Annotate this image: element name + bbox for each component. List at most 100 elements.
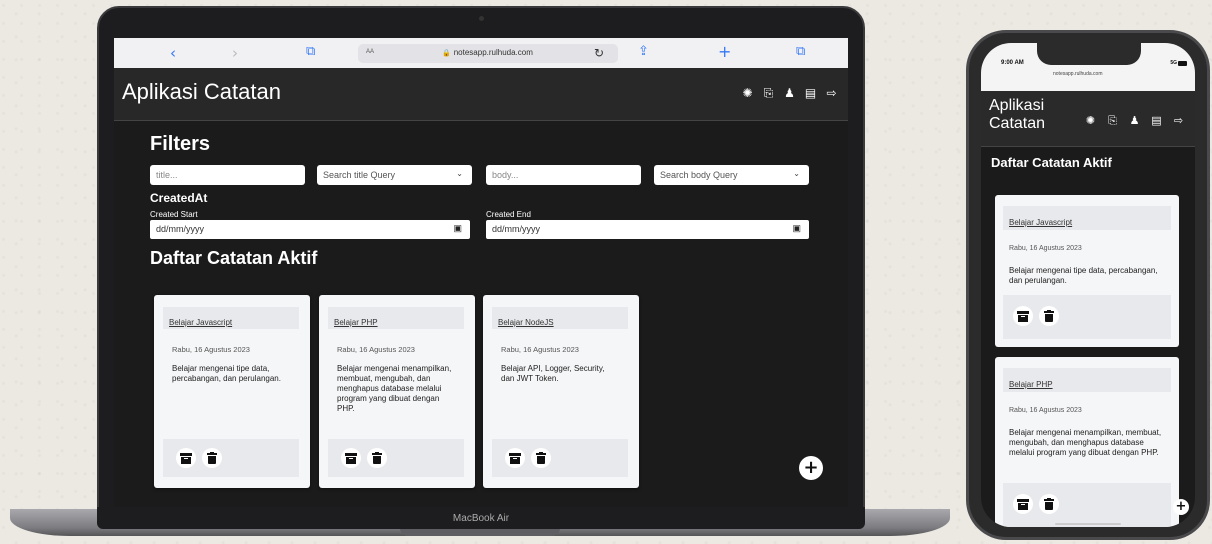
note-body: Belajar mengenai menampilkan, membuat, m… [337, 364, 452, 413]
user-icon[interactable]: ♟ [1128, 114, 1141, 127]
phone-frame: 9:00 AM 5G notesapp.rulhuda.com Aplikasi… [966, 30, 1210, 540]
note-card: Belajar Javascript Rabu, 16 Agustus 2023… [995, 195, 1179, 347]
delete-button[interactable] [202, 448, 222, 468]
archive-button[interactable] [341, 448, 361, 468]
trash-icon [207, 452, 217, 464]
browser-toolbar: ‹ › ⧉ AA 🔒 notesapp.rulhuda.com ↻ ⇪ + ⧉ [114, 38, 848, 68]
note-body: Belajar mengenai tipe data, percabangan,… [1009, 266, 1158, 285]
created-start-input[interactable]: dd/mm/yyyy ▣ [150, 220, 470, 239]
note-card: Belajar PHP Rabu, 16 Agustus 2023 Belaja… [995, 357, 1179, 527]
theme-icon[interactable]: ✺ [1084, 114, 1097, 127]
home-indicator[interactable] [1055, 523, 1121, 525]
delete-button[interactable] [1039, 306, 1059, 326]
address-bar[interactable]: AA 🔒 notesapp.rulhuda.com ↻ [358, 44, 618, 63]
body-query-value: Search body Query [660, 170, 738, 180]
trash-icon [372, 452, 382, 464]
calendar-icon[interactable]: ▣ [792, 223, 801, 234]
delete-button[interactable] [1039, 494, 1059, 514]
calendar-icon[interactable]: ▣ [453, 223, 462, 234]
body-query-select[interactable]: Search body Query ⌄ [654, 165, 809, 185]
note-actions [492, 439, 628, 477]
note-actions [1003, 483, 1171, 527]
logout-icon[interactable]: ⇨ [1172, 114, 1185, 127]
note-title-link[interactable]: Belajar Javascript [169, 318, 232, 327]
logout-icon[interactable]: ⇨ [825, 87, 838, 100]
created-end-input[interactable]: dd/mm/yyyy ▣ [486, 220, 809, 239]
trash-icon [536, 452, 546, 464]
delete-button[interactable] [367, 448, 387, 468]
status-time: 9:00 AM [1001, 60, 1024, 66]
theme-icon[interactable]: ✺ [741, 87, 754, 100]
app-header: Aplikasi Catatan ✺ ⎘ ♟ ▤ ⇨ [981, 91, 1195, 147]
created-at-label: CreatedAt [150, 191, 208, 205]
title-search-input[interactable]: title... [150, 165, 305, 185]
add-note-button[interactable]: + [1173, 499, 1189, 515]
archive-icon[interactable]: ▤ [804, 87, 817, 100]
user-icon[interactable]: ♟ [783, 87, 796, 100]
add-note-button[interactable]: + [799, 456, 823, 480]
note-date: Rabu, 16 Agustus 2023 [172, 345, 250, 354]
note-actions [163, 439, 299, 477]
laptop-screen: ‹ › ⧉ AA 🔒 notesapp.rulhuda.com ↻ ⇪ + ⧉ A… [114, 38, 848, 512]
created-start-label: Created Start [150, 210, 198, 219]
app-header: Aplikasi Catatan ✺ ⎘ ♟ ▤ ⇨ [114, 68, 848, 121]
note-actions [328, 439, 464, 477]
created-start-value: dd/mm/yyyy [156, 224, 205, 234]
body-search-input[interactable]: body... [486, 165, 641, 185]
note-title-link[interactable]: Belajar Javascript [1009, 218, 1072, 227]
language-icon[interactable]: ⎘ [762, 87, 775, 100]
back-icon[interactable]: ‹ [170, 44, 176, 62]
note-title-wrap: Belajar Javascript [163, 307, 299, 329]
battery-icon [1178, 61, 1187, 66]
camera [479, 16, 484, 21]
app-title: Aplikasi Catatan [122, 79, 281, 104]
created-end-label: Created End [486, 210, 531, 219]
note-title-wrap: Belajar NodeJS [492, 307, 628, 329]
archive-button[interactable] [505, 448, 525, 468]
title-query-value: Search title Query [323, 170, 396, 180]
reload-icon[interactable]: ↻ [594, 46, 604, 60]
note-title-wrap: Belajar PHP [328, 307, 464, 329]
status-bar: 9:00 AM 5G notesapp.rulhuda.com [981, 43, 1195, 91]
forward-icon[interactable]: › [232, 44, 238, 62]
note-title-link[interactable]: Belajar PHP [1009, 380, 1053, 389]
phone-screen: 9:00 AM 5G notesapp.rulhuda.com Aplikasi… [981, 43, 1195, 527]
note-title-link[interactable]: Belajar NodeJS [498, 318, 554, 327]
language-icon[interactable]: ⎘ [1106, 114, 1119, 127]
bookmarks-icon[interactable]: ⧉ [306, 44, 315, 59]
note-body: Belajar API, Logger, Security, dan JWT T… [501, 364, 605, 383]
note-date: Rabu, 16 Agustus 2023 [337, 345, 415, 354]
note-actions [1003, 295, 1171, 339]
note-date: Rabu, 16 Agustus 2023 [1009, 245, 1082, 252]
text-size-button[interactable]: AA [366, 49, 374, 55]
archive-icon [180, 452, 192, 464]
title-query-select[interactable]: Search title Query ⌄ [317, 165, 472, 185]
header-actions: ✺ ⎘ ♟ ▤ ⇨ [741, 87, 838, 100]
archive-icon [509, 452, 521, 464]
note-card: Belajar PHP Rabu, 16 Agustus 2023 Belaja… [319, 295, 475, 488]
note-date: Rabu, 16 Agustus 2023 [501, 345, 579, 354]
created-end-value: dd/mm/yyyy [492, 224, 541, 234]
trash-icon [1044, 498, 1054, 510]
active-notes-title: Daftar Catatan Aktif [150, 248, 318, 268]
phone-url[interactable]: notesapp.rulhuda.com [1053, 71, 1102, 77]
note-title-link[interactable]: Belajar PHP [334, 318, 378, 327]
archive-icon [345, 452, 357, 464]
url-value: notesapp.rulhuda.com [453, 48, 533, 57]
archive-icon[interactable]: ▤ [1150, 114, 1163, 127]
note-title-wrap: Belajar Javascript [1003, 206, 1171, 230]
tabs-icon[interactable]: ⧉ [796, 44, 805, 59]
note-title-wrap: Belajar PHP [1003, 368, 1171, 392]
note-body: Belajar mengenai tipe data, percabangan,… [172, 364, 281, 383]
chevron-down-icon: ⌄ [456, 169, 463, 178]
delete-button[interactable] [531, 448, 551, 468]
app-title: Aplikasi Catatan [989, 97, 1046, 132]
new-tab-icon[interactable]: + [718, 42, 731, 61]
archive-button[interactable] [176, 448, 196, 468]
archive-button[interactable] [1013, 306, 1033, 326]
archive-button[interactable] [1013, 494, 1033, 514]
header-actions: ✺ ⎘ ♟ ▤ ⇨ [1084, 114, 1185, 127]
active-notes-title: Daftar Catatan Aktif [991, 155, 1112, 170]
url-text: 🔒 notesapp.rulhuda.com [442, 48, 533, 57]
share-icon[interactable]: ⇪ [638, 44, 649, 59]
